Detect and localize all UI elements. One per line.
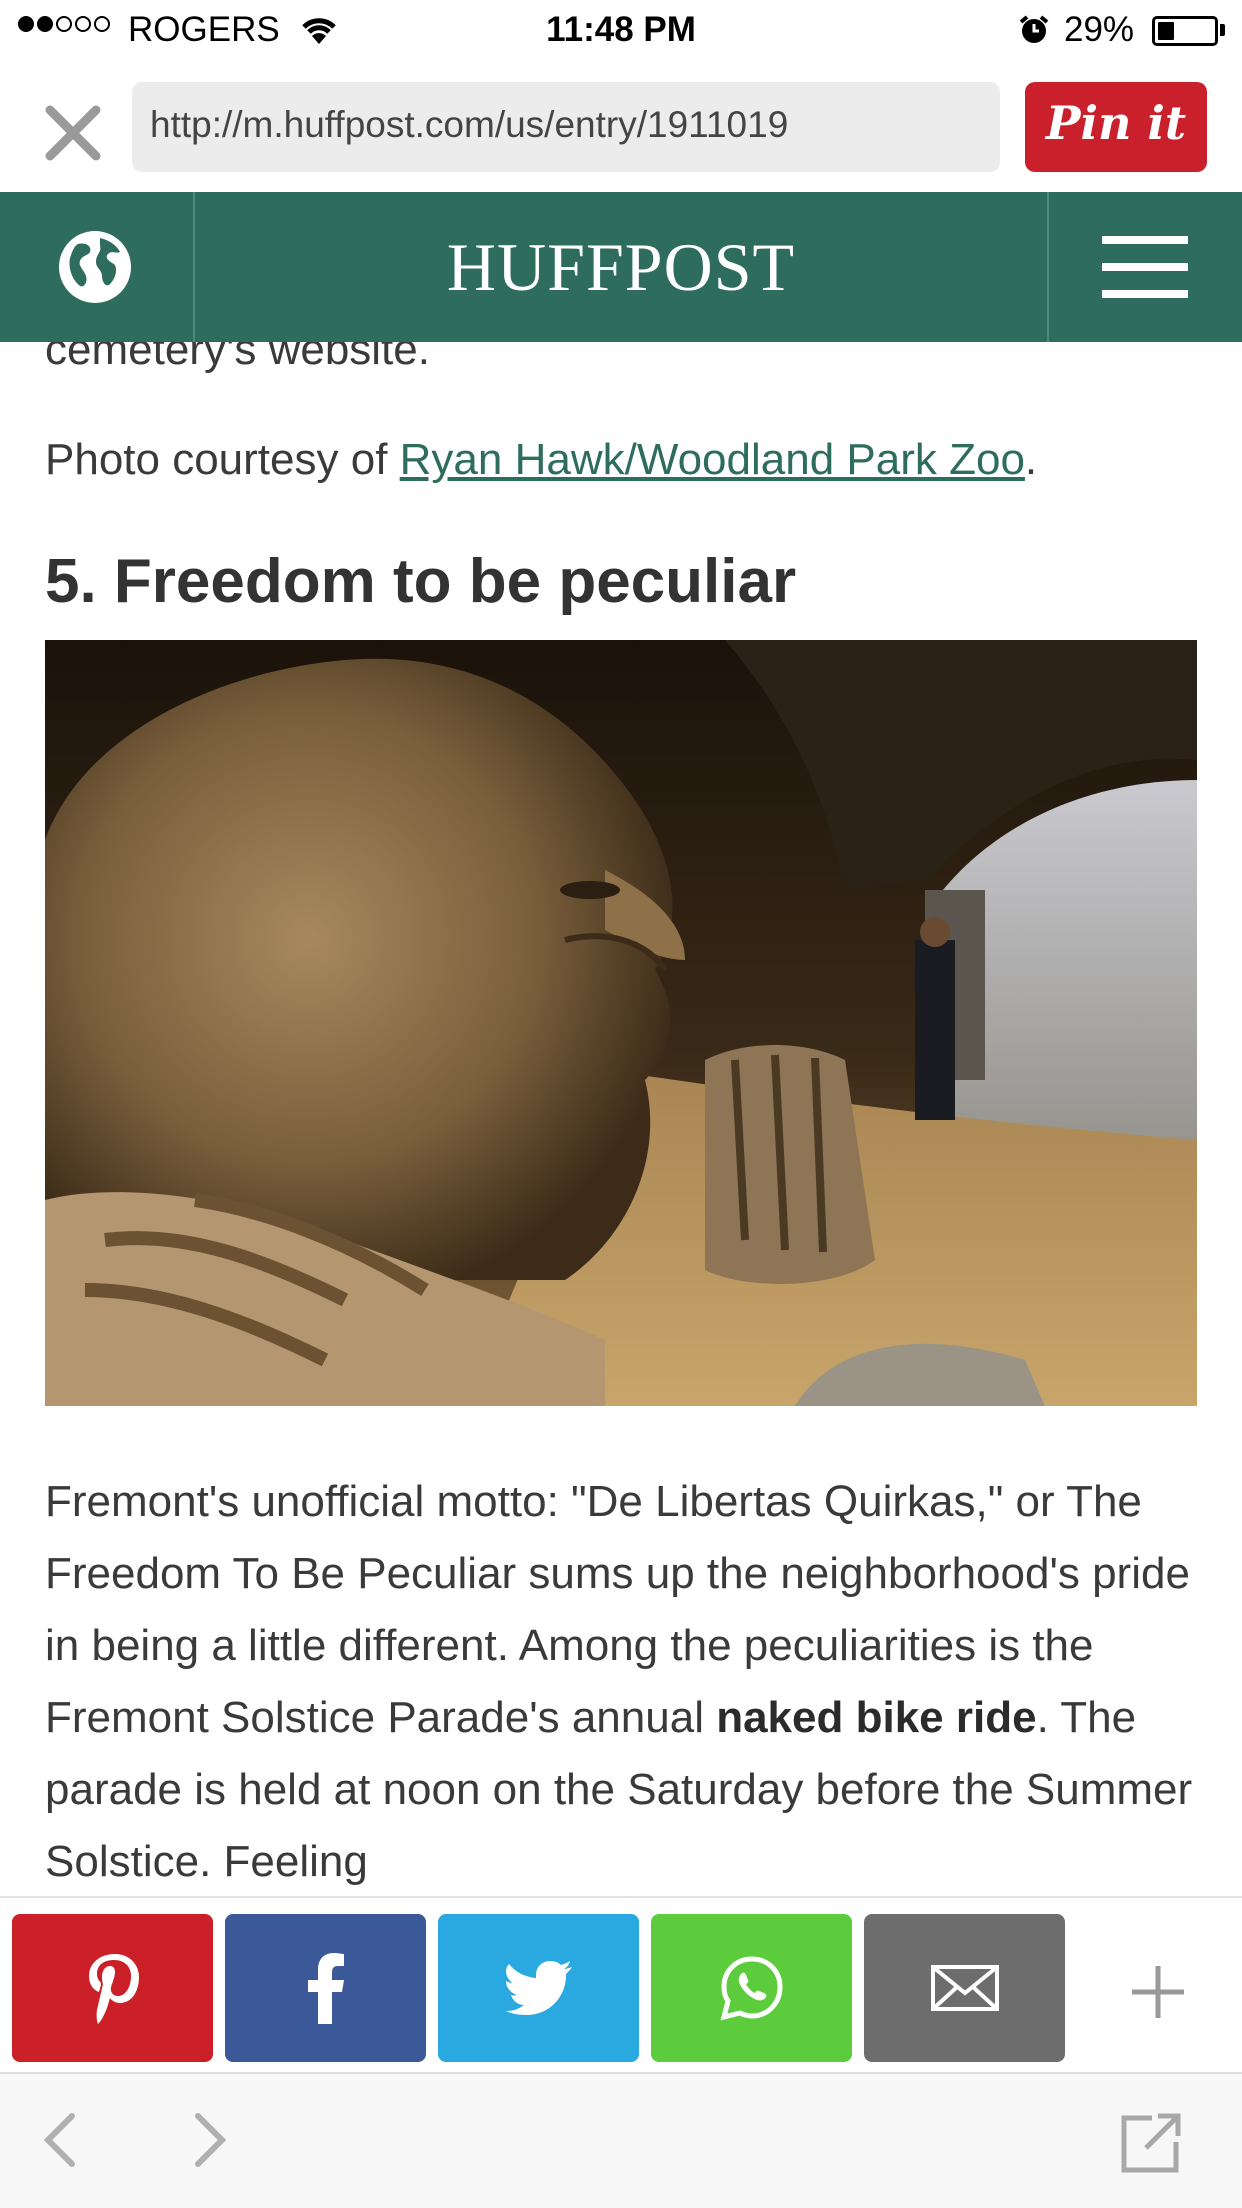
email-share-button[interactable] (864, 1914, 1065, 2062)
facebook-icon (307, 1953, 344, 2024)
plus-icon[interactable] (1130, 1964, 1186, 2020)
site-logo[interactable]: HUFFPOST (193, 228, 1049, 307)
forward-arrow-icon[interactable] (190, 2110, 230, 2170)
browser-toolbar (0, 2072, 1242, 2208)
clock: 11:48 PM (546, 10, 696, 49)
battery-percent: 29% (1064, 10, 1135, 49)
article-body: Fremont's unofficial motto: "De Libertas… (45, 1466, 1205, 1898)
photo-credit: Photo courtesy of Ryan Hawk/Woodland Par… (45, 430, 1205, 490)
article-content: cemetery's website. Photo courtesy of Ry… (0, 342, 1242, 1902)
close-icon[interactable] (38, 98, 108, 168)
credit-suffix: . (1024, 435, 1038, 484)
battery-nub (1220, 24, 1225, 36)
status-bar: ROGERS 11:48 PM 29% (0, 0, 1242, 62)
back-arrow-icon[interactable] (40, 2110, 80, 2170)
email-icon (930, 1965, 999, 2011)
fremont-troll-photo (45, 640, 1197, 1406)
credit-link[interactable]: Ryan Hawk/Woodland Park Zoo (400, 435, 1025, 484)
browser-bar: http://m.huffpost.com/us/entry/1911019 P… (0, 62, 1242, 192)
globe-icon[interactable] (56, 228, 134, 306)
header-divider (1047, 192, 1049, 342)
alarm-icon (1019, 15, 1049, 43)
facebook-share-button[interactable] (225, 1914, 426, 2062)
pinterest-icon (88, 1954, 139, 2024)
credit-prefix: Photo courtesy of (45, 435, 400, 484)
share-bar (0, 1896, 1242, 2072)
section-heading: 5. Freedom to be peculiar (45, 547, 797, 616)
whatsapp-icon (720, 1956, 783, 2021)
pinterest-share-button[interactable] (12, 1914, 213, 2062)
menu-icon[interactable] (1102, 236, 1188, 298)
open-external-icon[interactable] (1118, 2110, 1184, 2176)
pin-it-button[interactable]: Pin it (1025, 82, 1207, 172)
whatsapp-share-button[interactable] (651, 1914, 852, 2062)
body-text-bold: naked bike ride (716, 1693, 1037, 1742)
twitter-icon (505, 1961, 572, 2015)
previous-paragraph: cemetery's website. (45, 342, 430, 374)
twitter-share-button[interactable] (438, 1914, 639, 2062)
url-field[interactable]: http://m.huffpost.com/us/entry/1911019 (132, 82, 1000, 172)
site-header: HUFFPOST (0, 192, 1242, 342)
battery-icon (1152, 16, 1218, 46)
